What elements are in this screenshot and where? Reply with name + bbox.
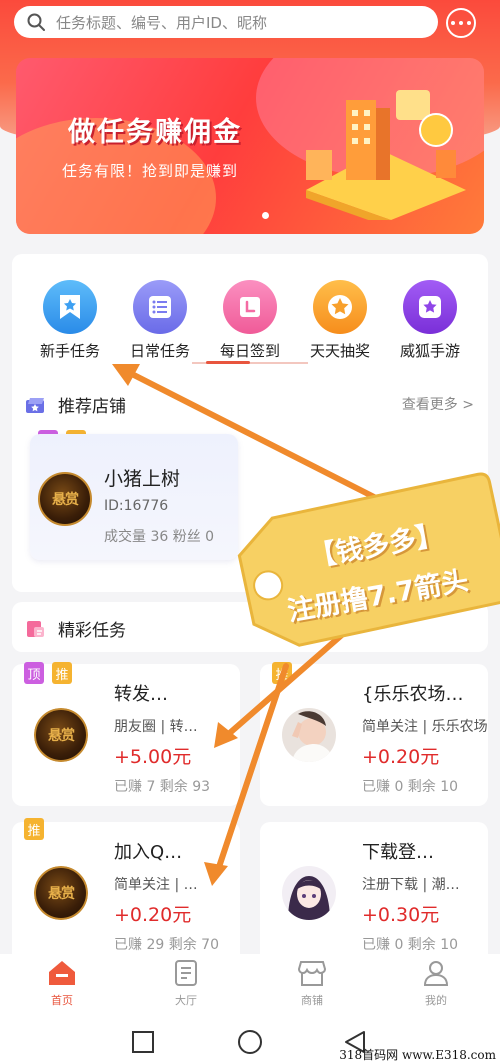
task-type: 注册下载 | 潮… [362,877,460,893]
banner-title: 做任务赚佣金 [68,117,242,148]
bottom-tab-bar: 首页 大厅 商铺 我的 [0,954,500,1014]
tab-label: 首页 [51,994,73,1007]
menu-label: 每日签到 [219,342,280,360]
home-circle-icon [238,1030,262,1054]
task-card[interactable]: 下载登… 注册下载 | 潮… +0.30元 已赚 0 剩余 10 [260,822,488,964]
menu-label: 新手任务 [39,342,100,360]
shop-id: ID:16776 [104,498,169,514]
avatar-text: 悬赏 [52,492,79,508]
chat-dots-icon [451,21,455,25]
scroll-indicator-thumb [206,361,250,364]
view-more-link[interactable]: 查看更多 > [402,394,474,414]
task-section-icon [27,620,44,637]
search-bar[interactable]: 任务标题、编号、用户ID、昵称 [14,6,438,38]
star-icon [313,280,367,334]
tab-label: 我的 [425,994,447,1007]
task-progress: 已赚 29 剩余 70 [114,937,219,953]
recommend-badge: 推 [52,662,72,684]
task-type: 朋友圈 | 转… [114,719,198,735]
tasks-section-title: 精彩任务 [58,621,126,641]
recent-apps-icon [132,1031,154,1053]
menu-daily-tasks[interactable]: 日常任务 [118,280,202,361]
task-card[interactable]: 悬赏 转发… 朋友圈 | 转… +5.00元 已赚 7 剩余 93 [12,664,240,806]
shop-card[interactable]: 悬赏 小猪上树 ID:16776 成交量 36 粉丝 0 [30,434,238,560]
task-title: {乐乐农场… [362,684,464,705]
task-type: 简单关注 | 乐乐农场 [362,719,488,735]
task-reward: +0.20元 [114,904,192,926]
store-icon [297,961,327,986]
banner-subtitle: 任务有限！抢到即是赚到 [62,162,239,180]
watermark: 318首码网 www.E318.com [339,1048,496,1062]
shop-avatar: 悬赏 [38,472,92,526]
task-progress: 已赚 0 剩余 10 [362,779,459,795]
task-reward: +5.00元 [114,746,192,768]
menu-lottery[interactable]: 天天抽奖 [298,280,382,361]
task-title: 转发… [114,684,168,705]
shops-section-header: 推荐店铺 [26,392,126,417]
search-icon [27,13,45,31]
menu-mobile-games[interactable]: 威狐手游 [388,280,472,361]
carousel-indicator[interactable] [262,212,269,219]
home-icon [49,961,75,985]
task-title: 加入Q… [114,842,183,863]
task-avatar-anime [282,866,336,920]
user-icon [423,961,449,986]
menu-label: 日常任务 [129,342,190,360]
calendar-icon [223,280,277,334]
tab-mine[interactable]: 我的 [396,960,476,1008]
tab-label: 大厅 [175,994,197,1007]
shop-section-icon [26,397,44,413]
task-avatar: 悬赏 [34,708,88,762]
promo-banner[interactable]: 做任务赚佣金 任务有限！抢到即是赚到 [16,58,484,234]
quick-menu: 新手任务 日常任务 每日签到 天天抽奖 威狐手游 [12,280,488,360]
task-reward: +0.30元 [362,904,440,926]
list-icon [133,280,187,334]
tab-label: 商铺 [301,994,323,1007]
shop-name: 小猪上树 [104,468,181,490]
shop-stats: 成交量 36 粉丝 0 [104,529,215,545]
recommend-badge: 推 [272,662,292,684]
tab-hall[interactable]: 大厅 [146,960,226,1008]
task-card[interactable]: 悬赏 加入Q… 简单关注 | … +0.20元 已赚 29 剩余 70 [12,822,240,964]
tab-stores[interactable]: 商铺 [272,960,352,1008]
task-reward: +0.20元 [362,746,440,768]
menu-label: 威狐手游 [399,342,460,360]
tab-home[interactable]: 首页 [22,960,102,1008]
task-card[interactable]: {乐乐农场… 简单关注 | 乐乐农场 +0.20元 已赚 0 剩余 10 [260,664,488,806]
menu-newbie-tasks[interactable]: 新手任务 [28,280,112,361]
city-illustration-icon [306,90,466,220]
menu-daily-checkin[interactable]: 每日签到 [208,280,292,361]
recommend-badge: 推 [24,818,44,840]
search-input[interactable]: 任务标题、编号、用户ID、昵称 [56,12,267,33]
message-button[interactable] [446,8,476,38]
task-progress: 已赚 0 剩余 10 [362,937,459,953]
task-type: 简单关注 | … [114,877,198,893]
bookmark-star-icon [43,280,97,334]
task-title: 下载登… [362,842,434,863]
task-progress: 已赚 7 剩余 93 [114,779,211,795]
task-avatar: 悬赏 [34,866,88,920]
promo-tag: 【钱多多】 注册撸7.7箭头 [214,470,500,660]
task-avatar-photo [282,708,336,762]
menu-label: 天天抽奖 [309,342,370,360]
document-icon [175,960,197,986]
top-badge: 顶 [24,662,44,684]
game-star-icon [403,280,457,334]
shops-section-title: 推荐店铺 [58,397,126,417]
